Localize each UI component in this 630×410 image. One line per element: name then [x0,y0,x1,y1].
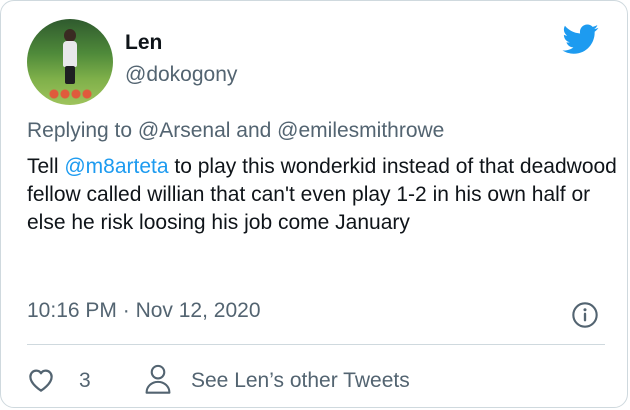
twitter-bird-icon[interactable] [559,21,603,57]
avatar-figure-body [63,41,77,67]
author-handle[interactable]: @dokogony [125,63,237,87]
timestamp-separator: · [122,299,130,322]
avatar-footballs [49,89,93,99]
person-icon[interactable] [144,363,172,395]
tweet-mention-link[interactable]: @m8arteta [64,155,168,178]
tweet-text: Tell @m8arteta to play this wonderkid in… [27,153,617,237]
tweet-time: 10:16 PM [27,299,117,322]
divider [27,344,605,345]
tweet-card: Len @dokogony Replying to @Arsenal and @… [0,0,628,408]
avatar-figure-legs [65,66,75,84]
author-name[interactable]: Len [125,31,162,55]
replying-joiner: and [236,119,272,142]
reply-mention-arsenal[interactable]: @Arsenal [138,119,231,142]
tweet-text-part-1: Tell [27,155,65,178]
tweet-timestamp[interactable]: 10:16 PM · Nov 12, 2020 [27,299,261,323]
reply-mention-emilesmithrowe[interactable]: @emilesmithrowe [277,119,444,142]
replying-to: Replying to @Arsenal and @emilesmithrowe [27,119,444,143]
heart-icon[interactable] [25,365,57,395]
avatar[interactable] [27,19,113,105]
see-other-tweets-link[interactable]: See Len’s other Tweets [191,369,410,393]
tweet-date: Nov 12, 2020 [135,299,261,322]
info-icon[interactable] [571,301,599,329]
like-count[interactable]: 3 [79,369,91,393]
replying-prefix: Replying to [27,119,133,142]
